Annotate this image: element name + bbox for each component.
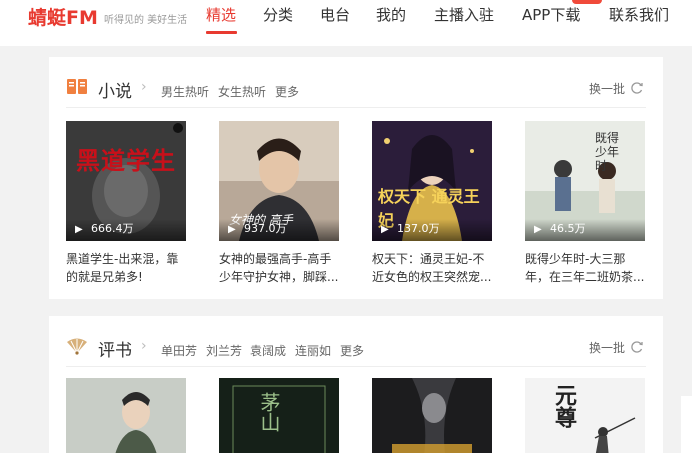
nav-category[interactable]: 分类 — [263, 4, 293, 25]
play-count: 46.5万 — [550, 222, 586, 235]
nav-mine[interactable]: 我的 — [376, 4, 406, 25]
cover-art — [525, 378, 645, 453]
link-lian-liru[interactable]: 连丽如 — [295, 342, 331, 359]
link-yuan-kuocheng[interactable]: 袁阔成 — [250, 342, 286, 359]
book-title[interactable]: 女神的最强高手-高手 少年守护女神，脚踩... — [219, 250, 343, 286]
book-cover[interactable]: 茅山 — [219, 378, 339, 453]
nav-active-underline — [206, 31, 237, 34]
play-icon: ▶ — [228, 224, 236, 235]
play-count: 666.4万 — [91, 222, 134, 235]
side-panel-edge — [681, 396, 692, 453]
nav-contact[interactable]: 联系我们 — [609, 4, 669, 25]
book-cover[interactable] — [66, 378, 186, 453]
nav-featured[interactable]: 精选 — [206, 4, 236, 25]
section-title[interactable]: 小说 — [98, 77, 132, 102]
cover-title: 既得 少年时 — [595, 131, 620, 173]
book-title[interactable]: 黑道学生-出来混，靠 的就是兄弟多! — [66, 250, 190, 286]
play-icon: ▶ — [381, 224, 389, 235]
book-cover[interactable]: 元尊 — [525, 378, 645, 453]
book-icon — [67, 79, 87, 94]
cover-title: 元尊 — [551, 384, 576, 428]
nav-app-download[interactable]: APP下载 — [522, 4, 580, 25]
cover-title: 黑道学生 — [76, 147, 176, 175]
cover-art — [372, 378, 492, 453]
site-slogan: 听得见的 美好生活 — [104, 15, 188, 26]
play-count: 937.0万 — [244, 222, 287, 235]
fan-icon — [67, 338, 87, 355]
link-liu-lanfang[interactable]: 刘兰芳 — [206, 342, 242, 359]
site-logo[interactable]: 蜻蜓FM — [28, 3, 98, 30]
nav-host-join[interactable]: 主播入驻 — [434, 4, 494, 25]
pingshu-section: 评书 › 单田芳 刘兰芳 袁阔成 连丽如 更多 换一批 茅山 元尊 — [49, 316, 663, 453]
book-cover[interactable]: 女神的 高手 ▶ 937.0万 — [219, 121, 339, 241]
book-cover[interactable]: 既得 少年时 ▶ 46.5万 — [525, 121, 645, 241]
refresh-button[interactable]: 换一批 — [589, 80, 625, 97]
section-divider — [66, 366, 646, 367]
refresh-button[interactable]: 换一批 — [589, 339, 625, 356]
top-header: 蜻蜓FM 听得见的 美好生活 精选 分类 电台 我的 主播入驻 APP下载 联系… — [0, 0, 692, 46]
book-cover[interactable]: 黑道学生 ▶ 666.4万 — [66, 121, 186, 241]
link-more[interactable]: 更多 — [275, 83, 299, 100]
refresh-icon[interactable] — [630, 81, 644, 95]
chevron-right-icon: › — [141, 79, 147, 95]
book-cover[interactable]: 权天下 通灵王妃 ▶ 137.0万 — [372, 121, 492, 241]
book-title[interactable]: 既得少年时-大三那 年，在三年二班奶茶... — [525, 250, 649, 286]
book-title[interactable]: 权天下：通灵王妃-不 近女色的权王突然宠... — [372, 250, 496, 286]
book-cover[interactable] — [372, 378, 492, 453]
link-female-hot[interactable]: 女生热听 — [218, 83, 266, 100]
play-count: 137.0万 — [397, 222, 440, 235]
refresh-icon[interactable] — [630, 340, 644, 354]
section-divider — [66, 107, 646, 108]
nav-radio[interactable]: 电台 — [320, 4, 350, 25]
new-badge — [572, 0, 602, 4]
link-male-hot[interactable]: 男生热听 — [161, 83, 209, 100]
chevron-right-icon: › — [141, 338, 147, 354]
link-shan-tianfang[interactable]: 单田芳 — [161, 342, 197, 359]
cover-title: 茅山 — [257, 392, 281, 432]
section-title[interactable]: 评书 — [98, 336, 132, 361]
play-icon: ▶ — [75, 224, 83, 235]
play-icon: ▶ — [534, 224, 542, 235]
cover-art — [66, 378, 186, 453]
link-more[interactable]: 更多 — [340, 342, 364, 359]
novel-section: 小说 › 男生热听 女生热听 更多 换一批 黑道学生 ▶ 666.4万 黑道学生… — [49, 57, 663, 299]
